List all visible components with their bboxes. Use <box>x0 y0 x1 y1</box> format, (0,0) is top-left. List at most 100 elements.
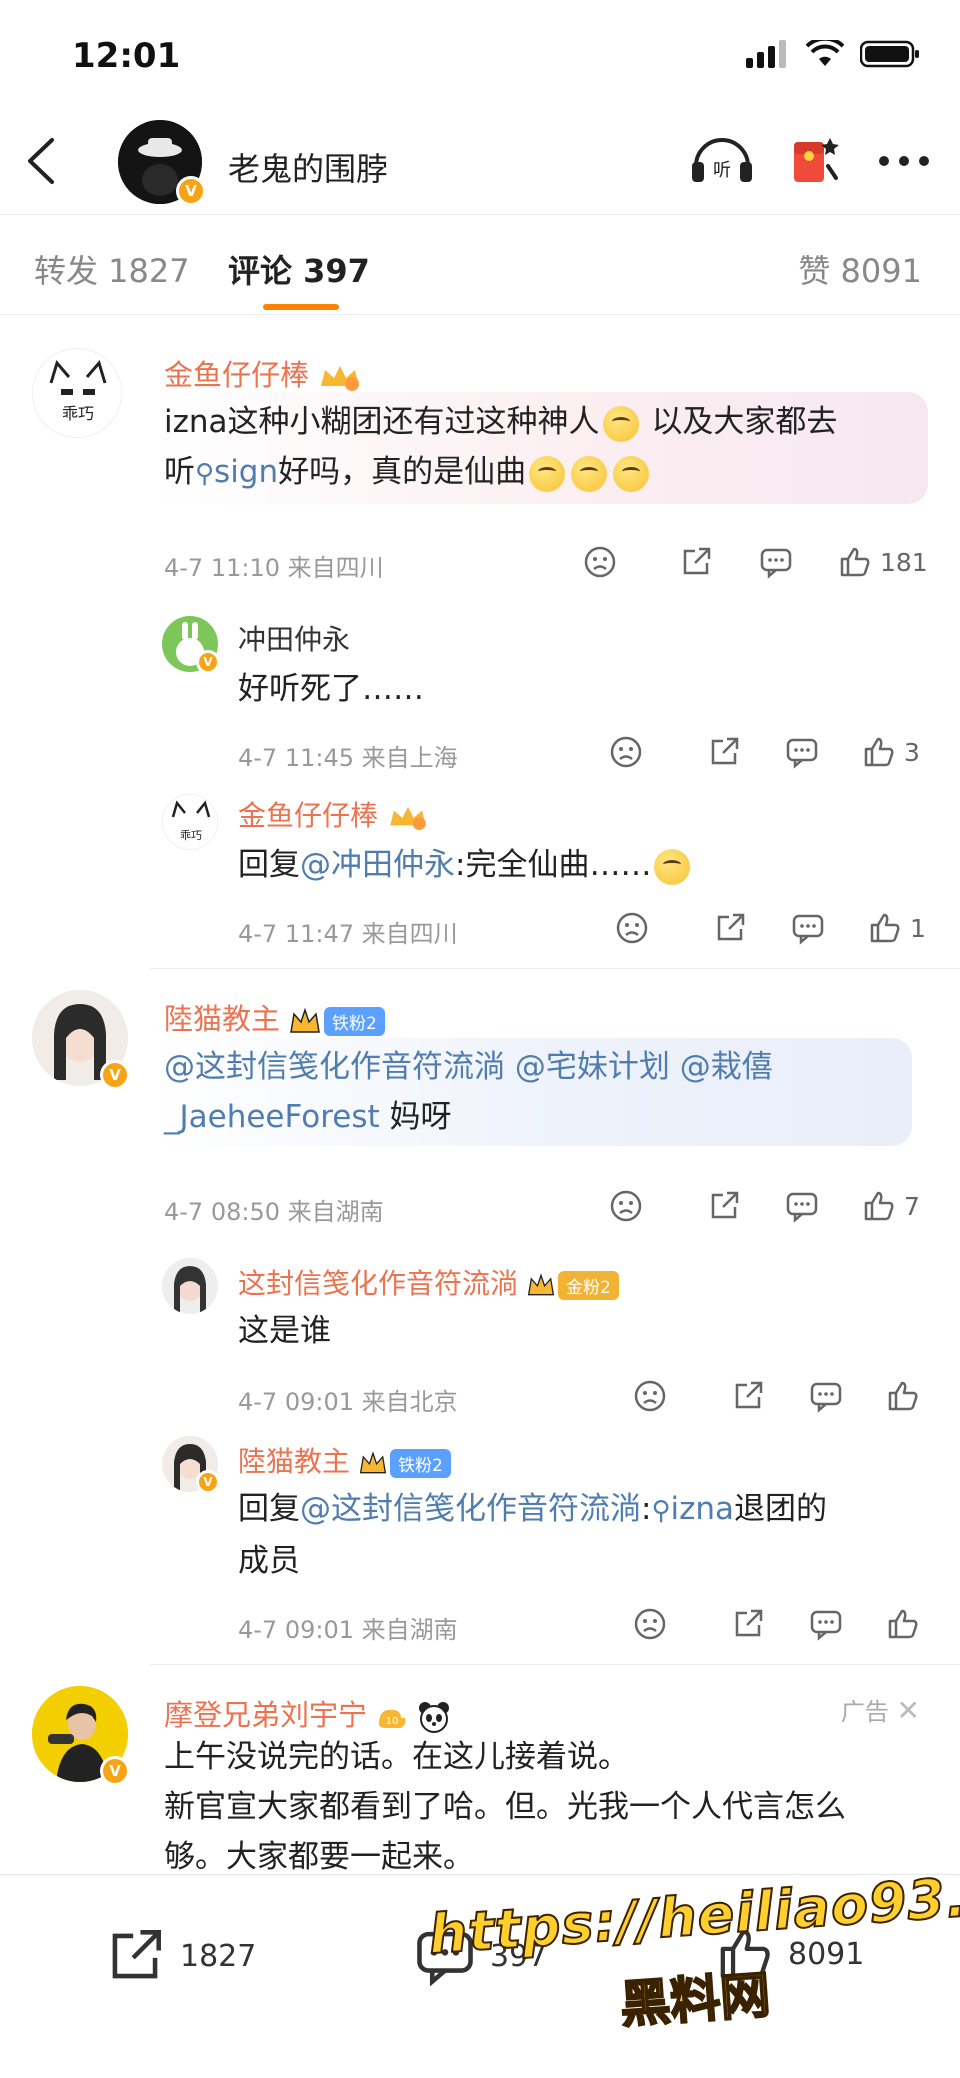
red-packet-button[interactable] <box>790 132 842 190</box>
verified-badge: V <box>196 1470 220 1494</box>
frown-icon <box>634 1608 666 1640</box>
ad-text: 上午没说完的话。在这儿接着说。 新官宣大家都看到了哈。但。光我一个人代言怎么 够… <box>164 1732 944 1882</box>
share-button[interactable] <box>674 540 718 584</box>
share-icon <box>735 1381 763 1409</box>
share-icon <box>683 547 711 575</box>
more-dots-icon <box>879 155 929 166</box>
thumbs-up-icon <box>840 547 870 577</box>
comment-divider <box>150 968 960 969</box>
ad-username[interactable]: 摩登兄弟刘宇宁 10 <box>164 1692 451 1734</box>
reply-body-b: 成员 <box>238 1543 300 1579</box>
ad-line-2: 新官宣大家都看到了哈。但。光我一个人代言怎么 <box>164 1789 846 1825</box>
comment-username-text[interactable]: 陸猫教主 <box>164 1002 280 1036</box>
topic-link-text[interactable]: sign <box>214 454 278 490</box>
like-button[interactable] <box>886 1602 920 1646</box>
like-count: 7 <box>904 1191 920 1221</box>
svg-text:乖巧: 乖巧 <box>180 829 202 842</box>
wifi-icon <box>806 40 844 66</box>
share-button[interactable] <box>702 730 746 774</box>
frown-icon <box>610 1190 642 1222</box>
comment-actions: 7 <box>604 1184 920 1228</box>
dislike-button[interactable] <box>610 906 654 950</box>
dislike-button[interactable] <box>604 1184 648 1228</box>
share-icon <box>717 913 745 941</box>
like-button[interactable]: 7 <box>862 1184 920 1228</box>
dislike-button[interactable] <box>578 540 622 584</box>
reply-avatar[interactable]: 乖巧 <box>162 794 218 850</box>
tab-comment[interactable]: 评论 397 <box>228 246 370 292</box>
share-button[interactable] <box>726 1602 770 1646</box>
comment-meta: 4-7 11:10 来自四川 <box>164 554 384 582</box>
reply-avatar[interactable] <box>162 1258 218 1314</box>
crown-badge-icon <box>359 1451 387 1474</box>
comment-bubble-icon <box>786 738 818 769</box>
comment-text-a: izna这种小糊团还有过这种神人 <box>164 404 600 440</box>
share-button[interactable] <box>708 906 752 950</box>
mention-link[interactable]: @这封信笺化作音符流淌 <box>300 1491 641 1527</box>
like-button[interactable]: 3 <box>862 730 920 774</box>
reply-username-text[interactable]: 金鱼仔仔棒 <box>238 799 378 832</box>
share-button[interactable] <box>702 1184 746 1228</box>
kiss-emoji-icon <box>529 455 566 492</box>
tab-like[interactable]: 赞 8091 <box>798 246 922 292</box>
like-button[interactable]: 181 <box>838 540 928 584</box>
reply-button[interactable] <box>804 1602 848 1646</box>
reply-username-text[interactable]: 陸猫教主 <box>238 1445 350 1478</box>
bottom-like-count: 8091 <box>788 1936 865 1972</box>
topic-link[interactable]: ⚲izna <box>651 1491 734 1527</box>
topic-link[interactable]: ⚲sign <box>195 454 278 490</box>
reply-username[interactable]: 这封信笺化作音符流淌 金粉2 <box>238 1262 619 1302</box>
verified-badge: V <box>100 1060 130 1090</box>
comment-username[interactable]: 金鱼仔仔棒 <box>164 352 363 394</box>
dislike-button[interactable] <box>628 1602 672 1646</box>
mention-link[interactable]: _JaeheeForest <box>164 1099 380 1135</box>
mention-links[interactable]: @这封信笺化作音符流淌 @宅妹计划 @栽僖 <box>164 1049 773 1085</box>
reply-actions <box>628 1602 920 1646</box>
reply-meta: 4-7 09:01 来自北京 <box>238 1388 458 1416</box>
like-button[interactable] <box>886 1374 920 1418</box>
comment-username-text[interactable]: 金鱼仔仔棒 <box>164 358 309 392</box>
reply-colon: : <box>641 1491 652 1527</box>
ad-label-text: 广告 <box>840 1698 889 1726</box>
reply-button[interactable] <box>786 906 830 950</box>
ad-username-text[interactable]: 摩登兄弟刘宇宁 <box>164 1698 367 1732</box>
reply-username-text[interactable]: 这封信笺化作音符流淌 <box>238 1267 518 1300</box>
frown-icon <box>616 912 648 944</box>
comment-username[interactable]: 陸猫教主 铁粉2 <box>164 996 385 1038</box>
topic-link-text[interactable]: izna <box>671 1491 735 1527</box>
share-icon <box>711 737 739 765</box>
kiss-emoji-icon <box>613 455 650 492</box>
reply-text: 回复@冲田仲永:完全仙曲…… <box>238 840 693 890</box>
thumbs-up-icon <box>864 1191 894 1221</box>
reply-button[interactable] <box>754 540 798 584</box>
header-divider <box>0 214 960 215</box>
fan-level-badge: 金粉2 <box>558 1270 619 1300</box>
search-icon: ⚲ <box>651 1496 671 1526</box>
back-button[interactable] <box>22 136 62 186</box>
reply-prefix: 回复 <box>238 847 300 883</box>
reply-username[interactable]: 冲田仲永 <box>238 618 350 658</box>
reply-button[interactable] <box>780 730 824 774</box>
reply-username[interactable]: 金鱼仔仔棒 <box>238 794 430 834</box>
svg-text:听: 听 <box>713 160 731 181</box>
crying-emoji-icon <box>602 405 639 442</box>
like-button[interactable]: 1 <box>868 906 926 950</box>
reply-button[interactable] <box>780 1184 824 1228</box>
listen-button[interactable]: 听 <box>690 132 754 190</box>
user-avatar[interactable]: 乖巧 <box>32 348 122 438</box>
share-button[interactable] <box>726 1374 770 1418</box>
bottom-repost-button[interactable]: 1827 <box>104 1925 256 1987</box>
reply-username[interactable]: 陸猫教主 铁粉2 <box>238 1440 451 1480</box>
dislike-button[interactable] <box>604 730 648 774</box>
dislike-button[interactable] <box>628 1374 672 1418</box>
status-icons <box>746 40 920 68</box>
more-button[interactable] <box>878 152 930 171</box>
comment-text-c: 听 <box>164 454 195 490</box>
close-icon[interactable]: ✕ <box>897 1694 920 1727</box>
like-count: 1 <box>910 913 926 943</box>
reply-button[interactable] <box>804 1374 848 1418</box>
tab-repost[interactable]: 转发 1827 <box>34 246 190 292</box>
tab-indicator <box>263 304 339 310</box>
mention-link[interactable]: @冲田仲永 <box>300 847 455 883</box>
headphone-listen-icon: 听 <box>692 138 752 182</box>
